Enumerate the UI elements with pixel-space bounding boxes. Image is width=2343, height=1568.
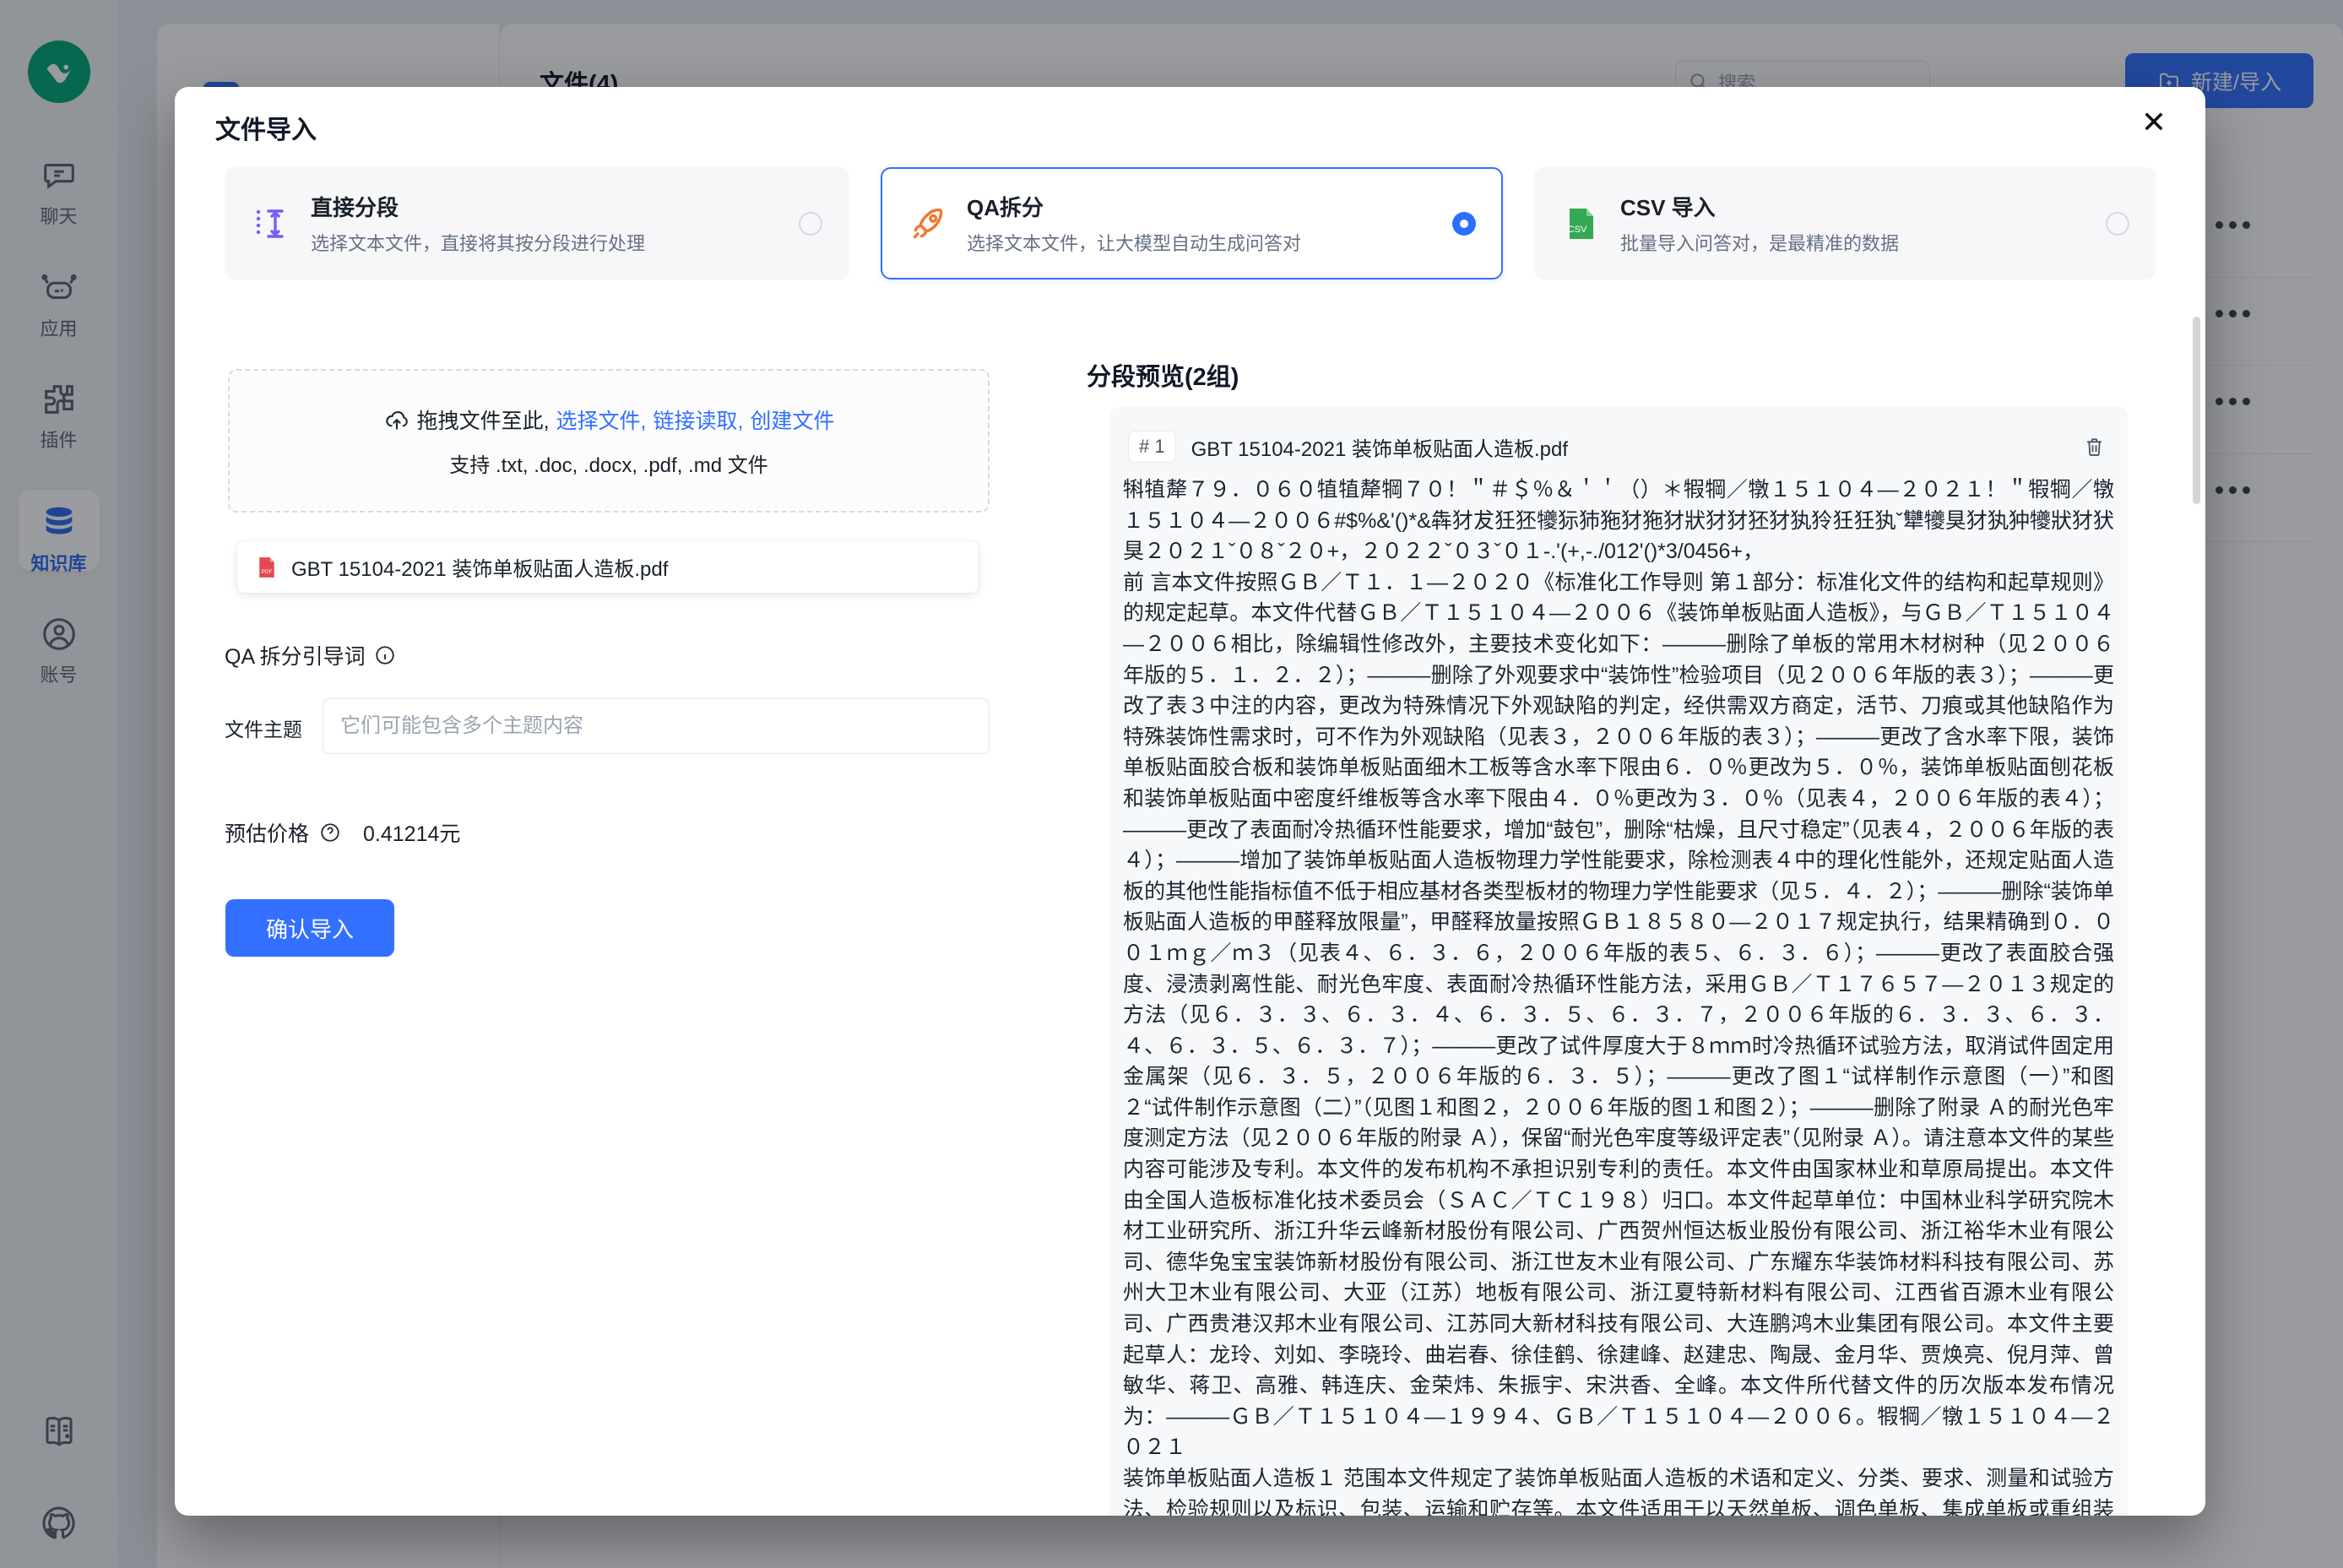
mode-desc: 选择文本文件，直接将其按分段进行处理 <box>311 229 780 256</box>
select-file-link[interactable]: 选择文件, <box>556 404 647 435</box>
create-file-link[interactable]: 创建文件 <box>750 404 834 435</box>
mode-card-direct-segment[interactable]: 直接分段 选择文本文件，直接将其按分段进行处理 <box>225 167 849 279</box>
mode-desc: 选择文本文件，让大模型自动生成问答对 <box>967 229 1434 256</box>
info-icon[interactable] <box>374 644 396 666</box>
help-icon[interactable] <box>319 822 341 844</box>
radio-selected[interactable] <box>1452 212 1476 236</box>
svg-text:PDF: PDF <box>262 568 273 574</box>
file-import-modal: ✕ 文件导入 直接分段 选择文本文件，直接将其按分段进行处理 QA拆分 选择文本… <box>175 87 2205 1516</box>
svg-text:CSV: CSV <box>1567 225 1587 235</box>
link-read-link[interactable]: 链接读取, <box>653 404 743 435</box>
topic-input[interactable] <box>323 698 990 754</box>
price-value: 0.41214元 <box>363 817 460 848</box>
modal-scrollbar-thumb[interactable] <box>2193 317 2200 504</box>
cloud-upload-icon <box>383 406 410 433</box>
chunk-text: 犐犆犛７９．０６０犆犆犛犅７０！＂＃＄％＆＇＇（）＊犌犅／犜１５１０４—２０２１… <box>1123 475 2114 1516</box>
radio-unselected[interactable] <box>2106 212 2129 236</box>
price-label: 预估价格 <box>225 817 309 848</box>
mode-title: 直接分段 <box>311 191 780 222</box>
radio-unselected[interactable] <box>799 212 822 236</box>
upload-dropzone[interactable]: 拖拽文件至此, 选择文件, 链接读取, 创建文件 支持 .txt, .doc, … <box>228 369 990 513</box>
dropzone-text: 拖拽文件至此, <box>417 404 550 435</box>
topic-label: 文件主题 <box>225 713 302 742</box>
csv-file-icon: CSV <box>1561 203 1602 244</box>
mode-card-csv-import[interactable]: CSV CSV 导入 批量导入问答对，是最精准的数据 <box>1534 167 2156 279</box>
delete-chunk-button[interactable] <box>2080 432 2109 462</box>
text-cursor-icon <box>252 203 292 244</box>
rocket-icon <box>908 203 948 244</box>
modal-title: 文件导入 <box>215 109 317 146</box>
confirm-import-button[interactable]: 确认导入 <box>225 899 394 957</box>
qa-guide-label: QA 拆分引导词 <box>225 640 366 670</box>
chunk-file-name: GBT 15104-2021 装饰单板贴面人造板.pdf <box>1191 432 2064 462</box>
uploaded-file-name: GBT 15104-2021 装饰单板贴面人造板.pdf <box>291 552 668 582</box>
close-icon[interactable]: ✕ <box>2134 100 2173 144</box>
preview-paragraph: 装饰单板贴面人造板１ 范围本文件规定了装饰单板贴面人造板的术语和定义、分类、要求… <box>1123 1463 2114 1516</box>
preview-paragraph: 犐犆犛７９．０６０犆犆犛犅７０！＂＃＄％＆＇＇（）＊犌犅／犜１５１０４—２０２１… <box>1123 475 2114 567</box>
preview-title: 分段预览(2组) <box>1087 357 1239 393</box>
supported-formats-text: 支持 .txt, .doc, .docx, .pdf, .md 文件 <box>449 448 767 478</box>
uploaded-file-item[interactable]: PDF GBT 15104-2021 装饰单板贴面人造板.pdf <box>237 541 979 593</box>
mode-card-qa-split[interactable]: QA拆分 选择文本文件，让大模型自动生成问答对 <box>881 167 1503 279</box>
preview-paragraph: 前 言本文件按照ＧＢ／Ｔ１．１—２０２０《标准化工作导则 第１部分：标准化文件的… <box>1123 567 2114 1463</box>
mode-desc: 批量导入问答对，是最精准的数据 <box>1620 229 2087 256</box>
preview-chunk-card: # 1 GBT 15104-2021 装饰单板贴面人造板.pdf 犐犆犛７９．０… <box>1109 407 2128 1516</box>
mode-title: CSV 导入 <box>1620 191 2087 222</box>
pdf-file-icon: PDF <box>254 555 279 580</box>
chunk-index-badge: # 1 <box>1128 431 1176 463</box>
mode-title: QA拆分 <box>967 191 1434 222</box>
trash-icon <box>2083 436 2106 458</box>
